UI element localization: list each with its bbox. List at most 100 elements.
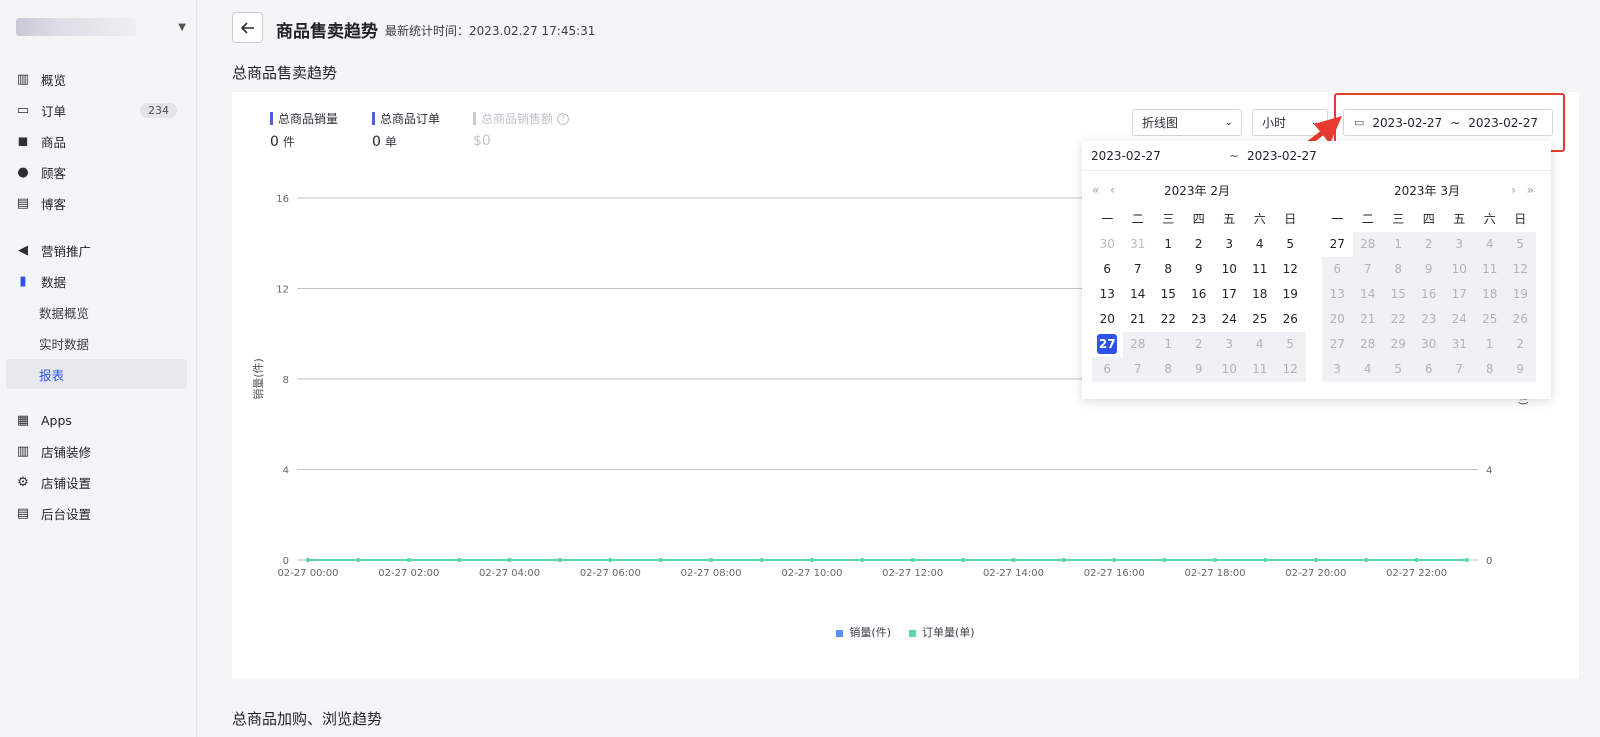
calendar-day[interactable]: 27 (1322, 332, 1353, 357)
calendar-day[interactable]: 15 (1153, 282, 1184, 307)
sidebar-subitem-0[interactable]: 数据概览 (6, 297, 187, 327)
calendar-day[interactable]: 28 (1352, 232, 1383, 257)
calendar-day[interactable]: 20 (1322, 307, 1353, 332)
calendar-day[interactable]: 12 (1275, 357, 1306, 382)
calendar-day[interactable]: 9 (1183, 357, 1214, 382)
sidebar-subitem-1[interactable]: 实时数据 (6, 328, 187, 358)
calendar-day[interactable]: 31 (1444, 332, 1475, 357)
calendar-day[interactable]: 5 (1275, 332, 1306, 357)
calendar-day[interactable]: 21 (1123, 307, 1154, 332)
calendar-day[interactable]: 25 (1474, 307, 1505, 332)
calendar-day[interactable]: 14 (1123, 282, 1154, 307)
sidebar-item-5[interactable]: ◀ 营销推广 (6, 235, 187, 265)
calendar-day[interactable]: 6 (1092, 257, 1123, 282)
calendar-day[interactable]: 4 (1352, 357, 1383, 382)
calendar-day[interactable]: 25 (1245, 307, 1276, 332)
calendar-day[interactable]: 2 (1413, 232, 1444, 257)
calendar-day[interactable]: 17 (1444, 282, 1475, 307)
calendar-day[interactable]: 6 (1322, 257, 1353, 282)
calendar-day[interactable]: 3 (1214, 332, 1245, 357)
calendar-day[interactable]: 4 (1244, 332, 1275, 357)
calendar-day[interactable]: 1 (1474, 332, 1505, 357)
calendar-day[interactable]: 8 (1153, 357, 1184, 382)
calendar-day[interactable]: 27 (1322, 232, 1353, 257)
sidebar-item-4[interactable]: ▤ 博客 (6, 188, 187, 218)
sidebar-item-9[interactable]: ⚙ 店铺设置 (6, 467, 187, 497)
calendar-day[interactable]: 5 (1383, 357, 1414, 382)
calendar-day[interactable]: 9 (1184, 257, 1215, 282)
calendar-day[interactable]: 21 (1352, 307, 1383, 332)
calendar-day[interactable]: 1 (1383, 232, 1414, 257)
calendar-day[interactable]: 26 (1505, 307, 1536, 332)
sidebar-item-10[interactable]: ▤ 后台设置 (6, 498, 187, 528)
calendar-day[interactable]: 14 (1352, 282, 1383, 307)
calendar-day[interactable]: 27 (1092, 332, 1123, 357)
calendar-day[interactable]: 5 (1505, 232, 1536, 257)
calendar-day[interactable]: 16 (1413, 282, 1444, 307)
calendar-day[interactable]: 11 (1244, 357, 1275, 382)
prev-year-icon[interactable]: « (1092, 183, 1099, 197)
picker-start-input[interactable]: 2023-02-27 (1091, 149, 1161, 163)
calendar-day[interactable]: 30 (1092, 232, 1123, 257)
calendar-day[interactable]: 26 (1275, 307, 1306, 332)
calendar-day[interactable]: 3 (1214, 232, 1245, 257)
calendar-day[interactable]: 5 (1275, 232, 1306, 257)
calendar-day[interactable]: 24 (1444, 307, 1475, 332)
sidebar-item-1[interactable]: ▭ 订单 234 (6, 95, 187, 125)
calendar-day[interactable]: 11 (1245, 257, 1276, 282)
next-month-icon[interactable]: › (1511, 183, 1516, 197)
calendar-day[interactable]: 8 (1153, 257, 1184, 282)
sidebar-item-0[interactable]: ▥ 概览 (6, 64, 187, 94)
back-button[interactable] (232, 12, 263, 43)
calendar-day[interactable]: 29 (1383, 332, 1414, 357)
calendar-day[interactable]: 19 (1275, 282, 1306, 307)
calendar-day[interactable]: 6 (1092, 357, 1123, 382)
store-switcher[interactable]: ▼ (16, 16, 186, 38)
picker-end-input[interactable]: 2023-02-27 (1247, 149, 1317, 163)
calendar-day[interactable]: 17 (1214, 282, 1245, 307)
calendar-day[interactable]: 22 (1383, 307, 1414, 332)
sidebar-item-6[interactable]: ▮ 数据 (6, 266, 187, 296)
calendar-day[interactable]: 28 (1352, 332, 1383, 357)
calendar-day[interactable]: 10 (1444, 257, 1475, 282)
calendar-day[interactable]: 7 (1122, 357, 1153, 382)
calendar-day[interactable]: 7 (1352, 257, 1383, 282)
calendar-day[interactable]: 12 (1275, 257, 1306, 282)
next-year-icon[interactable]: » (1527, 183, 1534, 197)
calendar-day[interactable]: 7 (1123, 257, 1154, 282)
calendar-day[interactable]: 13 (1322, 282, 1353, 307)
calendar-day[interactable]: 16 (1184, 282, 1215, 307)
calendar-day[interactable]: 2 (1184, 232, 1215, 257)
calendar-day[interactable]: 1 (1153, 332, 1184, 357)
calendar-day[interactable]: 3 (1322, 357, 1353, 382)
calendar-day[interactable]: 28 (1122, 332, 1153, 357)
calendar-day[interactable]: 23 (1413, 307, 1444, 332)
calendar-day[interactable]: 22 (1153, 307, 1184, 332)
calendar-day[interactable]: 3 (1444, 232, 1475, 257)
calendar-day[interactable]: 23 (1184, 307, 1215, 332)
calendar-day[interactable]: 19 (1505, 282, 1536, 307)
calendar-day[interactable]: 1 (1153, 232, 1184, 257)
calendar-day[interactable]: 12 (1505, 257, 1536, 282)
calendar-day[interactable]: 13 (1092, 282, 1123, 307)
calendar-day[interactable]: 6 (1413, 357, 1444, 382)
calendar-day[interactable]: 4 (1245, 232, 1276, 257)
calendar-day[interactable]: 10 (1214, 357, 1245, 382)
sidebar-item-7[interactable]: ▦ Apps (6, 405, 187, 435)
calendar-day[interactable]: 9 (1413, 257, 1444, 282)
calendar-day[interactable]: 9 (1505, 357, 1536, 382)
legend-item[interactable]: 订单量(单) (909, 624, 975, 640)
calendar-day[interactable]: 18 (1474, 282, 1505, 307)
calendar-day[interactable]: 18 (1245, 282, 1276, 307)
calendar-day[interactable]: 8 (1383, 257, 1414, 282)
prev-month-icon[interactable]: ‹ (1110, 183, 1115, 197)
calendar-day[interactable]: 2 (1505, 332, 1536, 357)
calendar-day[interactable]: 2 (1183, 332, 1214, 357)
sidebar-subitem-2[interactable]: 报表 (6, 359, 187, 389)
calendar-day[interactable]: 11 (1474, 257, 1505, 282)
calendar-day[interactable]: 31 (1123, 232, 1154, 257)
calendar-day[interactable]: 7 (1444, 357, 1475, 382)
calendar-day[interactable]: 15 (1383, 282, 1414, 307)
sidebar-item-3[interactable]: ● 顾客 (6, 157, 187, 187)
sidebar-item-2[interactable]: ◼ 商品 (6, 126, 187, 156)
